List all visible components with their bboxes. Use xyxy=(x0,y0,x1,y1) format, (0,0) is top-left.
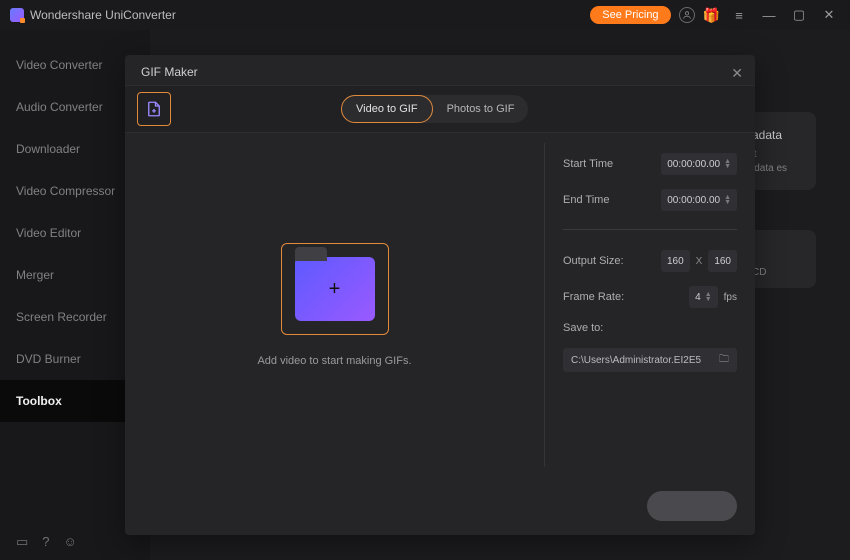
title-right: See Pricing 🎁 ≡ — ▢ ✕ xyxy=(590,4,840,26)
stepper-icon[interactable]: ▲▼ xyxy=(724,195,731,205)
add-file-button[interactable] xyxy=(137,92,171,126)
app-logo-icon xyxy=(10,8,24,22)
fps-unit: fps xyxy=(724,292,737,303)
create-gif-button[interactable] xyxy=(647,491,737,521)
frame-rate-input[interactable]: 4 ▲▼ xyxy=(689,286,718,308)
tab-group: Video to GIF Photos to GIF xyxy=(341,95,528,123)
x-separator: X xyxy=(696,256,703,267)
maximize-icon[interactable]: ▢ xyxy=(788,4,810,26)
settings-panel: Start Time 00:00:00.00 ▲▼ End Time 00:00… xyxy=(545,133,755,477)
modal-close-icon[interactable]: ✕ xyxy=(731,65,743,82)
frame-rate-label: Frame Rate: xyxy=(563,291,624,303)
folder-plus-icon: + xyxy=(295,257,375,321)
close-icon[interactable]: ✕ xyxy=(818,4,840,26)
modal-body: + Add video to start making GIFs. Start … xyxy=(125,133,755,477)
modal-toolbar: Video to GIF Photos to GIF xyxy=(125,85,755,133)
modal-title: GIF Maker xyxy=(125,55,755,85)
output-height-input[interactable]: 160 xyxy=(708,250,737,272)
output-width-input[interactable]: 160 xyxy=(661,250,690,272)
modal-footer xyxy=(125,477,755,535)
end-time-input[interactable]: 00:00:00.00 ▲▼ xyxy=(661,189,737,211)
minimize-icon[interactable]: — xyxy=(758,4,780,26)
row-end-time: End Time 00:00:00.00 ▲▼ xyxy=(563,189,737,211)
end-time-label: End Time xyxy=(563,194,609,206)
start-time-input[interactable]: 00:00:00.00 ▲▼ xyxy=(661,153,737,175)
tab-video-to-gif[interactable]: Video to GIF xyxy=(341,95,433,123)
folder-open-icon[interactable]: 🗀 xyxy=(719,352,729,369)
stepper-icon[interactable]: ▲▼ xyxy=(724,159,731,169)
settings-divider xyxy=(563,229,737,230)
row-start-time: Start Time 00:00:00.00 ▲▼ xyxy=(563,153,737,175)
stepper-icon[interactable]: ▲▼ xyxy=(705,292,712,302)
see-pricing-button[interactable]: See Pricing xyxy=(590,6,670,24)
gif-maker-modal: GIF Maker ✕ Video to GIF Photos to GIF +… xyxy=(125,55,755,535)
add-video-drop-target[interactable]: + xyxy=(281,243,389,335)
add-file-icon xyxy=(145,100,163,118)
start-time-label: Start Time xyxy=(563,158,613,170)
output-size-label: Output Size: xyxy=(563,255,624,267)
drop-hint-text: Add video to start making GIFs. xyxy=(257,355,411,367)
app-title: Wondershare UniConverter xyxy=(30,8,176,22)
save-path-field[interactable]: C:\Users\Administrator.EI2E5 🗀 xyxy=(563,348,737,372)
save-path-text: C:\Users\Administrator.EI2E5 xyxy=(571,355,701,366)
titlebar: Wondershare UniConverter See Pricing 🎁 ≡… xyxy=(0,0,850,30)
title-left: Wondershare UniConverter xyxy=(10,8,176,22)
row-frame-rate: Frame Rate: 4 ▲▼ fps xyxy=(563,286,737,308)
gift-icon[interactable]: 🎁 xyxy=(703,7,720,24)
tab-photos-to-gif[interactable]: Photos to GIF xyxy=(433,95,529,123)
row-output-size: Output Size: 160 X 160 xyxy=(563,250,737,272)
drop-area: + Add video to start making GIFs. xyxy=(125,143,545,467)
menu-icon[interactable]: ≡ xyxy=(728,4,750,26)
save-to-label: Save to: xyxy=(563,322,737,334)
account-icon[interactable] xyxy=(679,7,695,23)
